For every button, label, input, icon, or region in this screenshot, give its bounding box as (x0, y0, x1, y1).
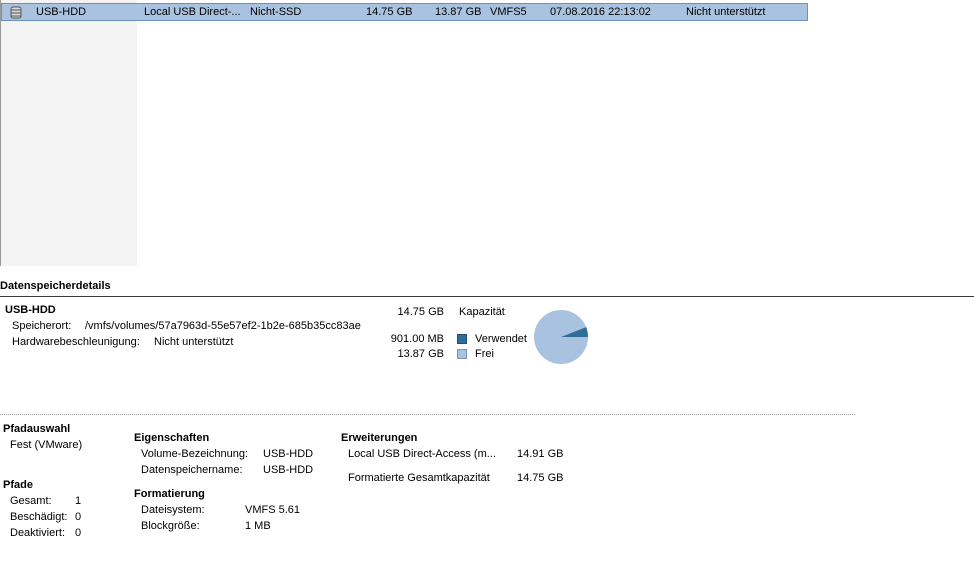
paths-title: Pfade (3, 479, 33, 491)
free-value: 13.87 GB (397, 348, 444, 360)
table-row[interactable]: USB-HDD Local USB Direct-... Nicht-SSD 1… (1, 3, 808, 21)
location-label: Speicherort: (12, 320, 72, 332)
free-label: Frei (475, 348, 494, 360)
fs-value: VMFS 5.61 (245, 504, 301, 516)
hw-accel-label: Hardwarebeschleunigung: (12, 336, 140, 348)
paths-broken-value: 0 (75, 511, 82, 523)
volume-value: USB-HDD (263, 448, 314, 460)
details-title: Datenspeicherdetails (0, 280, 111, 292)
row-hw-accel: Nicht unterstützt (686, 6, 766, 18)
paths-broken-label: Beschädigt: (10, 511, 68, 523)
row-last-update: 07.08.2016 22:13:02 (550, 6, 651, 18)
path-selection-title: Pfadauswahl (3, 423, 71, 435)
ds-name-label: Datenspeichername: (141, 464, 243, 476)
divider (0, 296, 974, 297)
capacity-value: 14.75 GB (397, 306, 444, 318)
extents-title: Erweiterungen (341, 432, 418, 444)
used-label: Verwendet (475, 333, 527, 345)
details-datastore-name: USB-HDD (5, 304, 56, 316)
datastore-list: USB-HDD Local USB Direct-... Nicht-SSD 1… (0, 0, 974, 266)
row-free: 13.87 GB (435, 6, 482, 18)
capacity-pie-chart (534, 310, 588, 364)
paths-disabled-value: 0 (75, 527, 82, 539)
block-label: Blockgröße: (141, 520, 200, 532)
block-value: 1 MB (245, 520, 271, 532)
section-separator (0, 414, 855, 415)
used-legend-swatch (457, 334, 467, 344)
fs-label: Dateisystem: (141, 504, 205, 516)
row-type: VMFS5 (490, 6, 527, 18)
paths-disabled-label: Deaktiviert: (10, 527, 66, 539)
formatting-title: Formatierung (134, 488, 205, 500)
paths-total-value: 1 (75, 495, 82, 507)
formatted-total-label: Formatierte Gesamtkapazität (348, 472, 490, 484)
location-value: /vmfs/volumes/57a7963d-55e57ef2-1b2e-685… (85, 320, 361, 332)
row-device: Local USB Direct-... (144, 6, 241, 18)
row-capacity: 14.75 GB (366, 6, 413, 18)
list-left-pane (0, 0, 137, 266)
formatted-total-value: 14.75 GB (517, 472, 564, 484)
row-name: USB-HDD (36, 6, 87, 18)
ds-name-value: USB-HDD (263, 464, 314, 476)
hw-accel-value: Nicht unterstützt (154, 336, 234, 348)
extent-name: Local USB Direct-Access (m... (348, 448, 496, 460)
free-legend-swatch (457, 349, 467, 359)
path-selection-value: Fest (VMware) (10, 439, 83, 451)
extent-size: 14.91 GB (517, 448, 564, 460)
row-drive-type: Nicht-SSD (250, 6, 302, 18)
capacity-label: Kapazität (459, 306, 505, 318)
volume-label: Volume-Bezeichnung: (141, 448, 249, 460)
used-value: 901.00 MB (390, 333, 444, 345)
paths-total-label: Gesamt: (10, 495, 52, 507)
datastore-icon (10, 6, 22, 19)
properties-title: Eigenschaften (134, 432, 210, 444)
